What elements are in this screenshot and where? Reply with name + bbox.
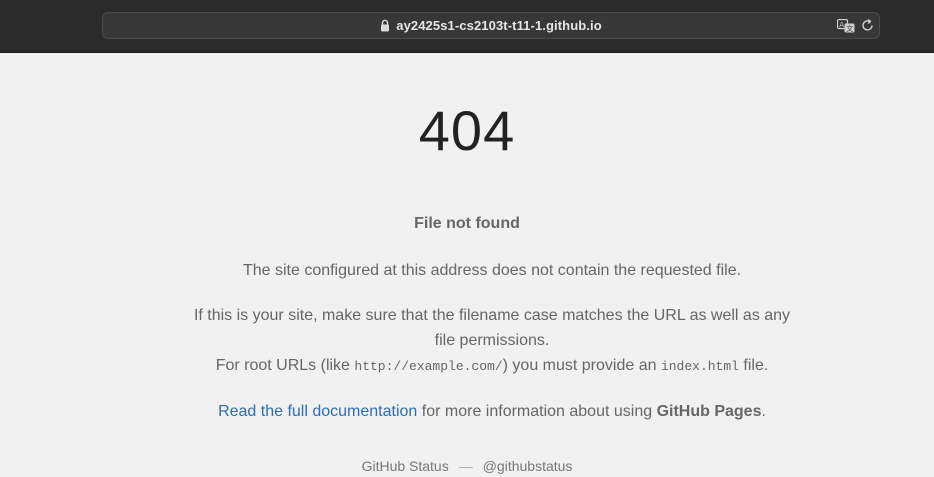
description-paragraph: The site configured at this address does… xyxy=(242,262,742,279)
svg-text:A: A xyxy=(839,21,844,29)
address-bar-content: ay2425s1-cs2103t-t11-1.github.io xyxy=(103,13,879,38)
translate-icon[interactable]: A 文 xyxy=(837,19,855,33)
github-pages-label: GitHub Pages xyxy=(656,403,762,420)
root-url-text-after: file. xyxy=(738,357,769,374)
footer-separator: — xyxy=(458,458,473,474)
filename-case-paragraph: If this is your site, make sure that the… xyxy=(193,307,791,349)
example-url: http://example.com/ xyxy=(354,359,503,374)
documentation-paragraph: Read the full documentation for more inf… xyxy=(190,399,794,424)
root-url-text-middle: ) you must provide an xyxy=(502,357,661,374)
github-status-link[interactable]: GitHub Status xyxy=(362,458,449,474)
index-filename: index.html xyxy=(660,359,739,374)
documentation-text-after: . xyxy=(761,403,766,420)
githubstatus-twitter-link[interactable]: @githubstatus xyxy=(483,458,573,474)
url-text: ay2425s1-cs2103t-t11-1.github.io xyxy=(396,18,602,33)
address-bar[interactable]: ay2425s1-cs2103t-t11-1.github.io A 文 xyxy=(102,12,880,39)
browser-toolbar: ay2425s1-cs2103t-t11-1.github.io A 文 xyxy=(0,0,934,53)
footer: GitHub Status — @githubstatus xyxy=(0,458,934,474)
root-url-text-before: For root URLs (like xyxy=(215,357,355,374)
page-content: 404 File not found The site configured a… xyxy=(0,53,934,477)
reload-icon[interactable] xyxy=(860,18,875,33)
svg-text:文: 文 xyxy=(846,24,853,33)
error-code: 404 xyxy=(418,99,516,162)
error-heading: File not found xyxy=(414,215,520,232)
lock-icon xyxy=(381,19,390,32)
documentation-text-middle: for more information about using xyxy=(417,403,657,420)
documentation-link[interactable]: Read the full documentation xyxy=(218,403,417,420)
root-url-paragraph: For root URLs (like http://example.com/)… xyxy=(190,353,794,379)
